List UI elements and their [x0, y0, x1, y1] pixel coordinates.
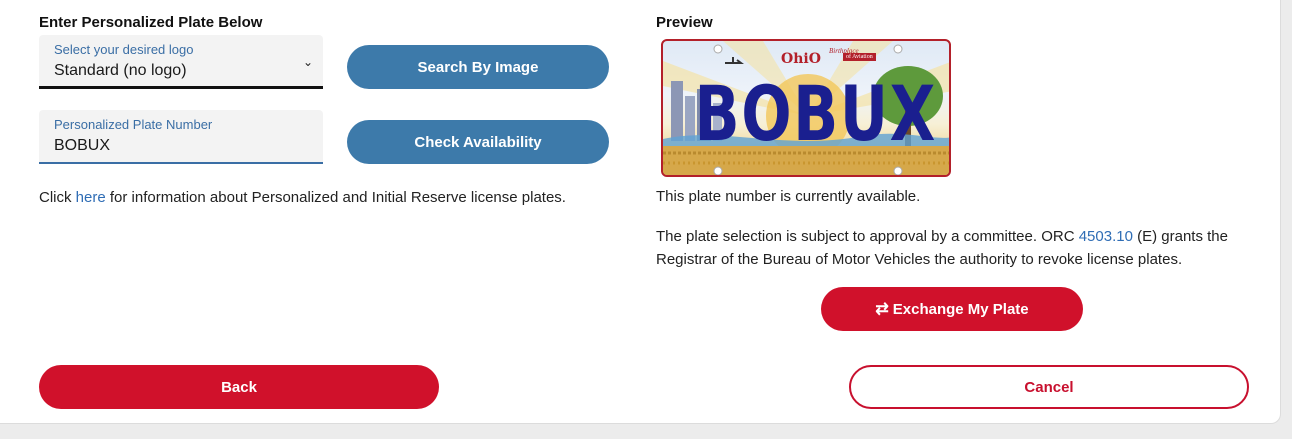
check-availability-button[interactable]: Check Availability [347, 120, 609, 164]
approval-note: The plate selection is subject to approv… [656, 228, 1228, 268]
plate-state-name: OhiO [781, 51, 821, 67]
plate-entry-heading: Enter Personalized Plate Below [39, 14, 263, 31]
availability-status: This plate number is currently available… [656, 188, 921, 205]
orc-link[interactable]: 4503.10 [1079, 228, 1133, 245]
logo-select-value: Standard (no logo) [54, 62, 187, 79]
logo-select[interactable]: Select your desired logo Standard (no lo… [39, 35, 323, 89]
form-card: Enter Personalized Plate Below Select yo… [0, 0, 1281, 424]
plate-tagline-aviation: of Aviation [843, 53, 876, 61]
plate-number-label: Personalized Plate Number [54, 117, 213, 132]
exchange-plate-button[interactable]: ⇄ Exchange My Plate [821, 287, 1083, 331]
plate-preview: OhiO Birthplace of Aviation BOBUX [661, 39, 951, 177]
plate-number-value[interactable]: BOBUX [54, 137, 110, 155]
search-by-image-button[interactable]: Search By Image [347, 45, 609, 89]
chevron-down-icon: ⌄ [302, 55, 313, 69]
info-text: Click here for information about Persona… [39, 189, 566, 206]
cancel-button[interactable]: Cancel [849, 365, 1249, 409]
plate-preview-number: BOBUX [694, 69, 937, 158]
plate-number-field[interactable]: Personalized Plate Number BOBUX [39, 110, 323, 164]
logo-select-label: Select your desired logo [54, 42, 194, 57]
exchange-arrows-icon: ⇄ [875, 301, 889, 318]
info-here-link[interactable]: here [76, 189, 106, 206]
back-button[interactable]: Back [39, 365, 439, 409]
preview-heading: Preview [656, 14, 713, 31]
